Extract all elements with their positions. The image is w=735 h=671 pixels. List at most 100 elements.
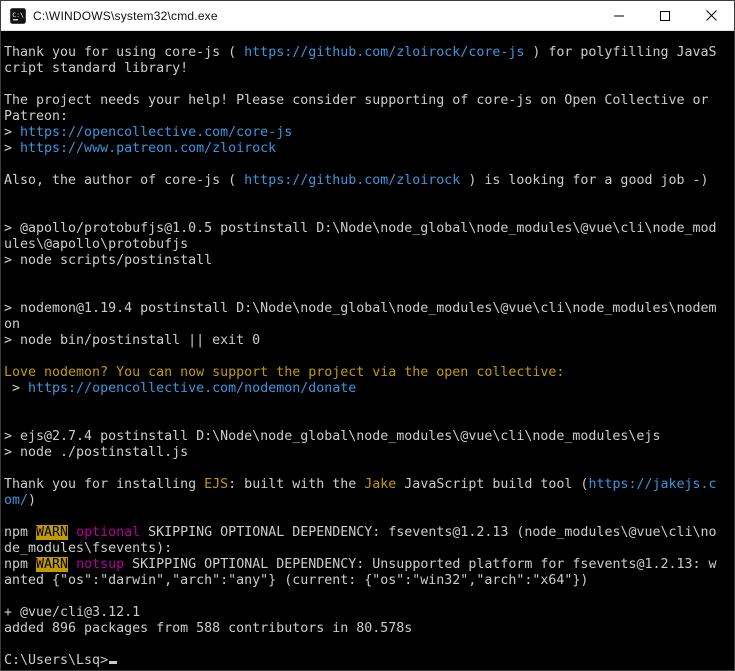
terminal-line: > https://www.patreon.com/zloirock bbox=[4, 141, 732, 157]
text-segment: The project needs your help! Please cons… bbox=[4, 93, 709, 108]
window-title: C:\WINDOWS\system32\cmd.exe bbox=[33, 8, 218, 23]
text-segment: SKIPPING OPTIONAL DEPENDENCY: fsevents@1… bbox=[140, 525, 717, 540]
text-segment: > bbox=[4, 125, 21, 140]
terminal-line: > https://opencollective.com/nodemon/don… bbox=[4, 381, 732, 397]
text-segment bbox=[68, 525, 76, 540]
text-segment: Thank you for using core-js ( bbox=[4, 45, 245, 60]
terminal-line: de_modules\fsevents): bbox=[4, 541, 732, 557]
terminal-line: om/) bbox=[4, 493, 732, 509]
text-segment: Love nodemon? You can now support the pr… bbox=[4, 365, 565, 380]
terminal-line: The project needs your help! Please cons… bbox=[4, 93, 732, 109]
url-text: https://github.com/zloirock bbox=[244, 173, 461, 188]
text-segment: cript standard library! bbox=[4, 61, 189, 76]
maximize-icon bbox=[660, 10, 670, 21]
text-segment: > bbox=[4, 141, 21, 156]
prompt-line: C:\Users\Lsq> bbox=[4, 653, 732, 669]
terminal[interactable]: Thank you for using core-js ( https://gi… bbox=[1, 31, 734, 670]
terminal-line: added 896 packages from 588 contributors… bbox=[4, 621, 732, 637]
terminal-line: > node bin/postinstall || exit 0 bbox=[4, 333, 732, 349]
text-segment bbox=[68, 557, 76, 572]
text-segment: JavaScript build tool ( bbox=[396, 477, 589, 492]
text-segment: > node bin/postinstall || exit 0 bbox=[4, 333, 261, 348]
svg-text:C:\: C:\ bbox=[12, 11, 24, 19]
text-segment: ) is looking for a good job -) bbox=[460, 173, 709, 188]
text-segment: WARN bbox=[36, 557, 69, 572]
text-segment: > nodemon@1.19.4 postinstall D:\Node\nod… bbox=[4, 301, 717, 316]
url-text: https://www.patreon.com/zloirock bbox=[20, 141, 277, 156]
close-icon bbox=[705, 10, 717, 21]
text-segment: > node ./postinstall.js bbox=[4, 445, 189, 460]
terminal-line: > nodemon@1.19.4 postinstall D:\Node\nod… bbox=[4, 301, 732, 317]
terminal-line: Also, the author of core-js ( https://gi… bbox=[4, 173, 732, 189]
text-segment: npm bbox=[4, 557, 37, 572]
url-text: https://opencollective.com/nodemon/donat… bbox=[28, 381, 357, 396]
minimize-icon bbox=[614, 15, 624, 16]
cmd-icon[interactable]: C:\ bbox=[1, 1, 33, 30]
url-text: https://jakejs.c bbox=[588, 477, 717, 492]
terminal-line: > @apollo/protobufjs@1.0.5 postinstall D… bbox=[4, 221, 732, 237]
terminal-line: ules\@apollo\protobufjs bbox=[4, 237, 732, 253]
text-segment: > bbox=[4, 381, 29, 396]
text-segment: Thank you for installing bbox=[4, 477, 205, 492]
window: C:\ C:\WINDOWS\system32\cmd.exe Thank yo… bbox=[0, 0, 735, 671]
text-segment: Jake bbox=[364, 477, 397, 492]
terminal-line: + @vue/cli@3.12.1 bbox=[4, 605, 732, 621]
terminal-line: Patreon: bbox=[4, 109, 732, 125]
close-button[interactable] bbox=[688, 1, 734, 30]
terminal-output: Thank you for using core-js ( https://gi… bbox=[4, 45, 732, 669]
terminal-line: cript standard library! bbox=[4, 61, 732, 77]
terminal-line: npm WARN notsup SKIPPING OPTIONAL DEPEND… bbox=[4, 557, 732, 573]
titlebar[interactable]: C:\ C:\WINDOWS\system32\cmd.exe bbox=[1, 1, 734, 31]
terminal-line: > https://opencollective.com/core-js bbox=[4, 125, 732, 141]
terminal-line: Thank you for using core-js ( https://gi… bbox=[4, 45, 732, 61]
text-segment: ) for polyfilling JavaS bbox=[524, 45, 717, 60]
url-text: https://opencollective.com/core-js bbox=[20, 125, 293, 140]
cursor bbox=[109, 661, 118, 664]
text-segment: EJS bbox=[204, 477, 229, 492]
text-segment: ) bbox=[28, 493, 37, 508]
text-segment: > @apollo/protobufjs@1.0.5 postinstall D… bbox=[4, 221, 717, 236]
terminal-line: > node scripts/postinstall bbox=[4, 253, 732, 269]
text-segment: Patreon: bbox=[4, 109, 69, 124]
terminal-line: anted {"os":"darwin","arch":"any"} (curr… bbox=[4, 573, 732, 589]
text-segment: ules\@apollo\protobufjs bbox=[4, 237, 189, 252]
terminal-line: > ejs@2.7.4 postinstall D:\Node\node_glo… bbox=[4, 429, 732, 445]
terminal-line: npm WARN optional SKIPPING OPTIONAL DEPE… bbox=[4, 525, 732, 541]
text-segment: de_modules\fsevents): bbox=[4, 541, 173, 556]
text-segment: anted {"os":"darwin","arch":"any"} (curr… bbox=[4, 573, 589, 588]
terminal-line: Love nodemon? You can now support the pr… bbox=[4, 365, 732, 381]
text-segment: Also, the author of core-js ( bbox=[4, 173, 245, 188]
text-segment: + @vue/cli@3.12.1 bbox=[4, 605, 141, 620]
text-segment: > ejs@2.7.4 postinstall D:\Node\node_glo… bbox=[4, 429, 661, 444]
text-segment: notsup bbox=[76, 557, 125, 572]
terminal-line: > node ./postinstall.js bbox=[4, 445, 732, 461]
url-text: om/ bbox=[4, 493, 29, 508]
url-text: https://github.com/zloirock/core-js bbox=[244, 45, 525, 60]
text-segment: on bbox=[4, 317, 21, 332]
text-segment: optional bbox=[76, 525, 141, 540]
minimize-button[interactable] bbox=[596, 1, 642, 30]
terminal-line: Thank you for installing EJS: built with… bbox=[4, 477, 732, 493]
text-segment: : built with the bbox=[228, 477, 365, 492]
text-segment: npm bbox=[4, 525, 37, 540]
text-segment: WARN bbox=[36, 525, 69, 540]
text-segment: > node scripts/postinstall bbox=[4, 253, 213, 268]
text-segment: C:\Users\Lsq> bbox=[4, 653, 109, 668]
text-segment: added 896 packages from 588 contributors… bbox=[4, 621, 413, 636]
maximize-button[interactable] bbox=[642, 1, 688, 30]
terminal-line: on bbox=[4, 317, 732, 333]
text-segment: SKIPPING OPTIONAL DEPENDENCY: Unsupporte… bbox=[124, 557, 717, 572]
